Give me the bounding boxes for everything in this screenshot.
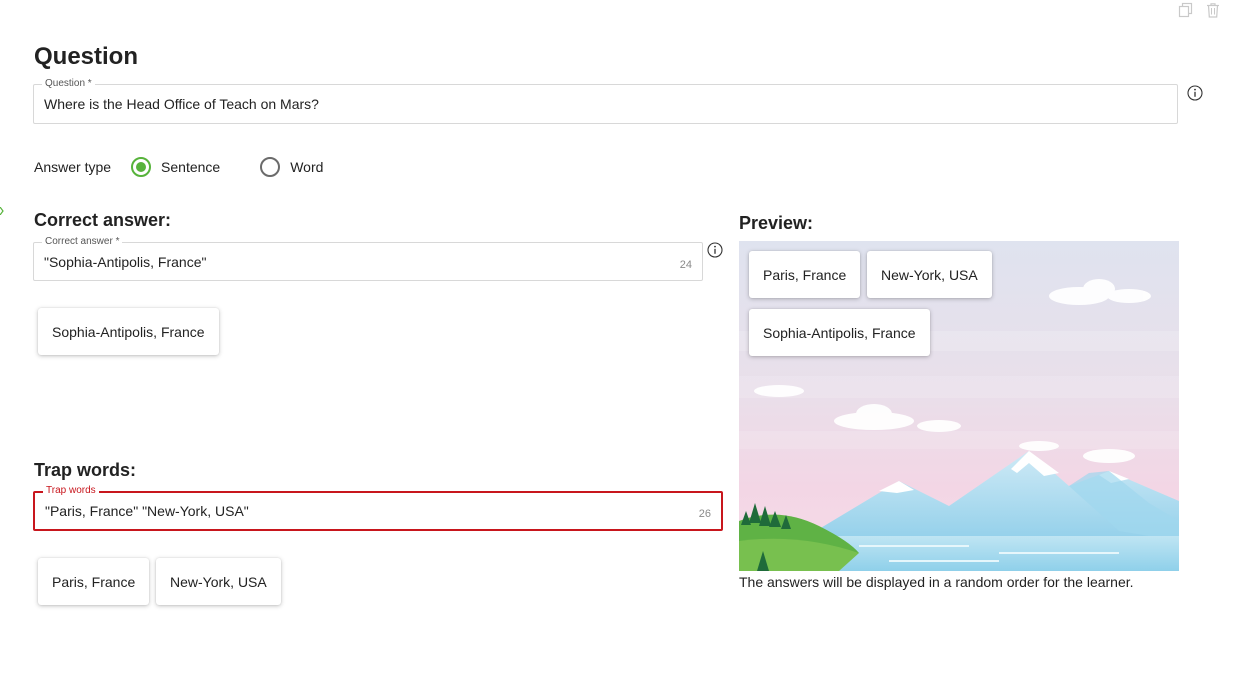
preview-chip[interactable]: Paris, France	[749, 251, 861, 298]
correct-answer-chip[interactable]: Sophia-Antipolis, France	[38, 308, 219, 355]
answer-type-label: Answer type	[34, 159, 112, 175]
trap-words-field-label: Trap words	[43, 485, 99, 497]
correct-answer-char-count: 24	[679, 259, 692, 271]
info-icon[interactable]	[1187, 85, 1203, 101]
radio-unchecked-icon[interactable]	[260, 157, 281, 177]
preview-panel: Paris, France New-York, USA Sophia-Antip…	[739, 241, 1179, 571]
preview-chip[interactable]: New-York, USA	[867, 251, 992, 298]
correct-answer-heading: Correct answer:	[34, 210, 172, 230]
question-field[interactable]: Question * Where is the Head Office of T…	[33, 78, 1178, 124]
trash-icon[interactable]	[1205, 2, 1221, 18]
radio-sentence-label: Sentence	[161, 159, 221, 175]
correct-answer-field-value[interactable]: "Sophia-Antipolis, France"	[44, 254, 206, 270]
correct-answer-field[interactable]: Correct answer * "Sophia-Antipolis, Fran…	[33, 236, 703, 281]
trap-word-chip[interactable]: New-York, USA	[156, 558, 281, 605]
answer-type-group: Answer type Sentence Word	[34, 156, 363, 178]
preview-heading: Preview:	[739, 213, 814, 233]
radio-word-label: Word	[290, 159, 324, 175]
page-title: Question	[34, 43, 139, 70]
copy-icon[interactable]	[1178, 2, 1194, 18]
radio-word[interactable]: Word	[260, 157, 323, 177]
info-icon[interactable]	[707, 242, 723, 258]
radio-checked-icon[interactable]	[131, 157, 152, 177]
question-field-value[interactable]: Where is the Head Office of Teach on Mar…	[44, 96, 319, 112]
preview-chip[interactable]: Sophia-Antipolis, France	[749, 309, 930, 356]
trap-word-chip[interactable]: Paris, France	[38, 558, 150, 605]
radio-sentence[interactable]: Sentence	[131, 157, 220, 177]
chevron-right-icon	[0, 207, 4, 215]
trap-words-char-count: 26	[698, 508, 711, 520]
preview-note: The answers will be displayed in a rando…	[739, 574, 1134, 590]
trap-words-field[interactable]: Trap words "Paris, France" "New-York, US…	[33, 485, 723, 531]
question-field-label: Question *	[42, 78, 95, 90]
correct-answer-field-label: Correct answer *	[42, 236, 123, 248]
trap-words-heading: Trap words:	[34, 460, 137, 480]
trap-words-field-value[interactable]: "Paris, France" "New-York, USA"	[45, 503, 249, 519]
